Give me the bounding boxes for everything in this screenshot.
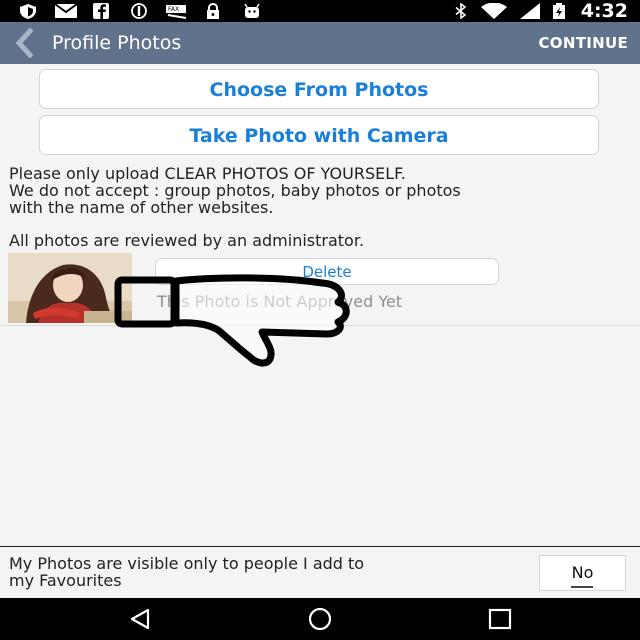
back-arrow-icon[interactable] xyxy=(6,28,40,58)
status-time: 4:32 xyxy=(580,0,628,22)
upload-notice: Please only upload CLEAR PHOTOS OF YOURS… xyxy=(9,165,634,216)
toggle-underline xyxy=(571,586,593,588)
status-bar: FAX 4:32 xyxy=(0,0,640,22)
recents-square-icon[interactable] xyxy=(486,607,514,631)
bluetooth-icon xyxy=(455,3,467,19)
shield-icon xyxy=(20,4,36,19)
navigation-bar xyxy=(0,598,640,640)
choose-from-photos-button[interactable]: Choose From Photos xyxy=(39,69,599,109)
page-title: Profile Photos xyxy=(52,32,182,54)
lock-icon xyxy=(207,3,219,19)
visibility-line-2: my Favourites xyxy=(9,571,122,590)
action-bar: Profile Photos CONTINUE xyxy=(0,22,640,64)
fax-icon: FAX xyxy=(166,5,187,19)
sync-icon xyxy=(131,3,147,19)
review-notice: All photos are reviewed by an administra… xyxy=(9,231,365,250)
take-photo-button[interactable]: Take Photo with Camera xyxy=(39,115,599,155)
continue-button[interactable]: CONTINUE xyxy=(538,22,628,64)
back-triangle-icon[interactable] xyxy=(126,607,154,631)
home-circle-icon[interactable] xyxy=(306,607,334,631)
battery-icon xyxy=(553,3,565,19)
facebook-icon xyxy=(93,3,109,19)
photo-visibility-label: My Photos are visible only to people I a… xyxy=(9,555,519,589)
footer-divider xyxy=(0,546,640,547)
wifi-icon xyxy=(481,3,507,19)
mail-icon xyxy=(54,3,78,18)
signal-icon xyxy=(520,3,540,19)
svg-text:FAX: FAX xyxy=(168,6,179,13)
thumbs-down-icon xyxy=(114,274,350,367)
android-icon xyxy=(244,3,260,18)
notice-line-3: with the name of other websites. xyxy=(9,198,274,217)
